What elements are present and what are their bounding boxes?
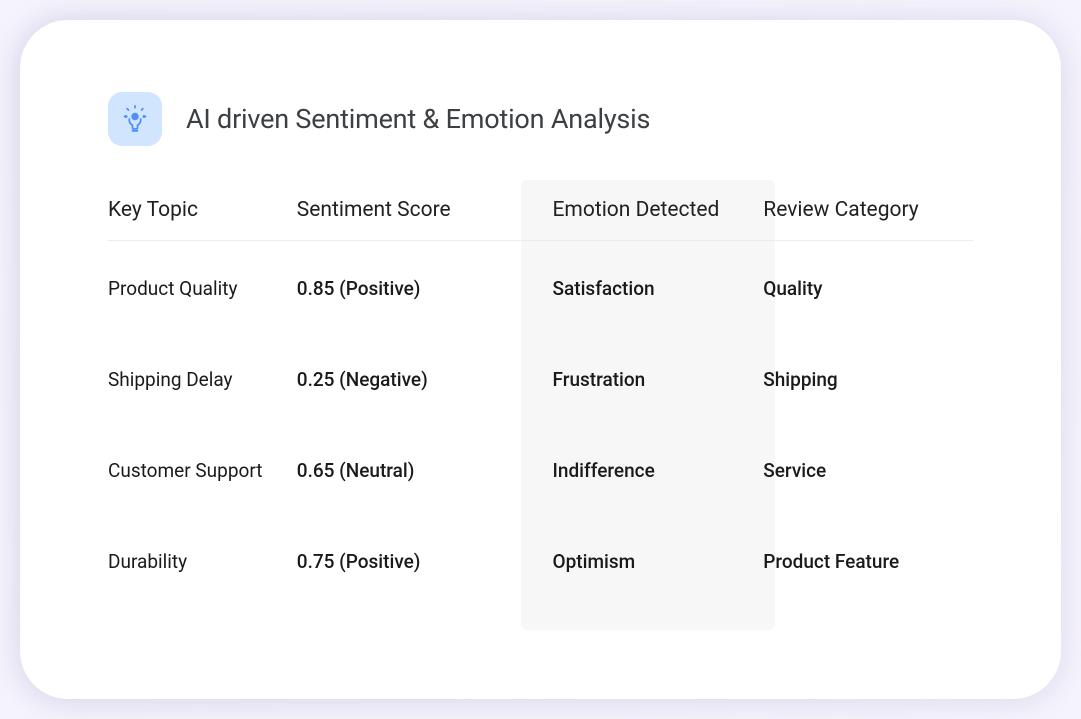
cell-emotion: Indifference <box>521 459 756 482</box>
card-title: AI driven Sentiment & Emotion Analysis <box>186 103 650 135</box>
analysis-card: AI driven Sentiment & Emotion Analysis K… <box>20 20 1061 699</box>
cell-topic: Customer Support <box>108 459 297 482</box>
column-header-emotion: Emotion Detected <box>521 198 756 222</box>
cell-topic: Product Quality <box>108 277 297 300</box>
cell-category: Product Feature <box>755 550 973 573</box>
column-header-score: Sentiment Score <box>297 198 521 222</box>
table-row: Durability 0.75 (Positive) Optimism Prod… <box>108 550 973 573</box>
cell-category: Shipping <box>755 368 973 391</box>
cell-category: Service <box>755 459 973 482</box>
table-row: Customer Support 0.65 (Neutral) Indiffer… <box>108 459 973 482</box>
cell-topic: Durability <box>108 550 297 573</box>
cell-score: 0.25 (Negative) <box>297 368 521 391</box>
analysis-table-container: Key Topic Sentiment Score Emotion Detect… <box>108 198 973 573</box>
cell-score: 0.75 (Positive) <box>297 550 521 573</box>
cell-topic: Shipping Delay <box>108 368 297 391</box>
column-header-category: Review Category <box>755 198 973 222</box>
cell-score: 0.65 (Neutral) <box>297 459 521 482</box>
card-header: AI driven Sentiment & Emotion Analysis <box>108 92 973 146</box>
cell-emotion: Frustration <box>521 368 756 391</box>
analysis-table: Key Topic Sentiment Score Emotion Detect… <box>108 198 973 573</box>
lightbulb-ai-icon <box>120 104 150 134</box>
cell-category: Quality <box>755 277 973 300</box>
table-row: Product Quality 0.85 (Positive) Satisfac… <box>108 277 973 300</box>
lightbulb-icon-box <box>108 92 162 146</box>
cell-score: 0.85 (Positive) <box>297 277 521 300</box>
cell-emotion: Optimism <box>521 550 756 573</box>
cell-emotion: Satisfaction <box>521 277 756 300</box>
table-header-row: Key Topic Sentiment Score Emotion Detect… <box>108 198 973 241</box>
table-row: Shipping Delay 0.25 (Negative) Frustrati… <box>108 368 973 391</box>
column-header-topic: Key Topic <box>108 198 297 222</box>
